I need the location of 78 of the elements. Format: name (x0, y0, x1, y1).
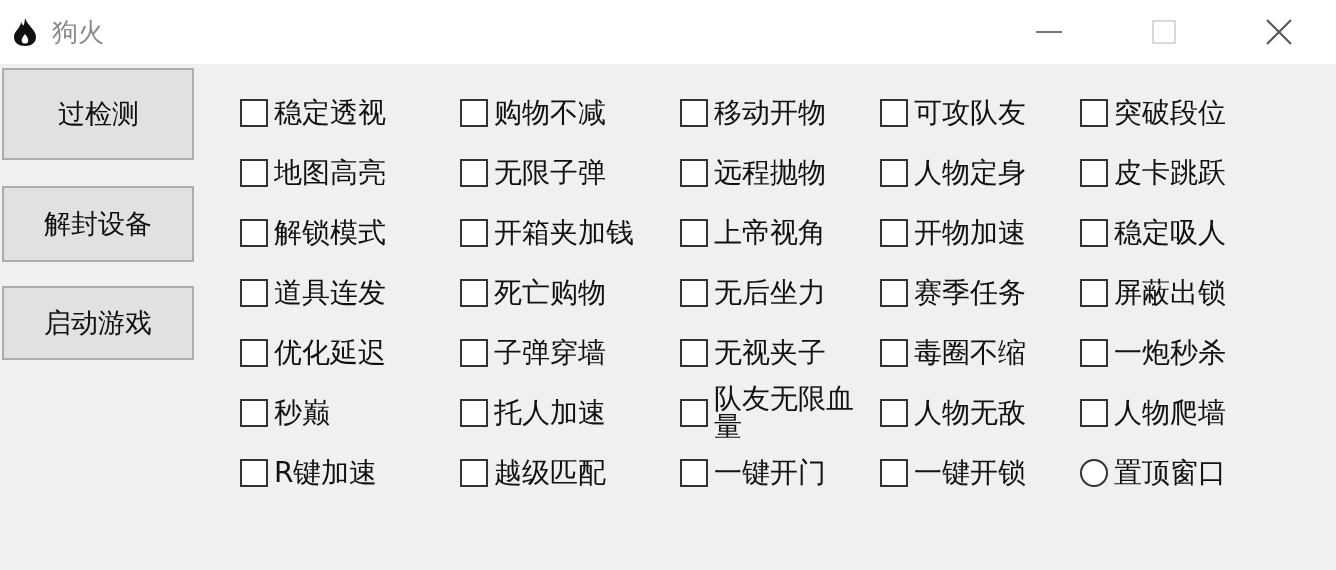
action-button[interactable]: 解封设备 (2, 186, 194, 262)
checkbox[interactable] (460, 339, 488, 367)
checkbox[interactable] (880, 399, 908, 427)
option-label: 死亡购物 (494, 279, 606, 307)
checkbox[interactable] (1080, 99, 1108, 127)
option-label: 开箱夹加钱 (494, 219, 634, 247)
option-label: 无限子弹 (494, 159, 606, 187)
checkbox[interactable] (460, 459, 488, 487)
option-label: 置顶窗口 (1114, 459, 1226, 487)
checkbox[interactable] (880, 219, 908, 247)
checkbox[interactable] (240, 159, 268, 187)
option-label: 道具连发 (274, 279, 386, 307)
checkbox[interactable] (680, 219, 708, 247)
option-label: 屏蔽出锁 (1114, 279, 1226, 307)
option-label: 突破段位 (1114, 99, 1226, 127)
option-label: 越级匹配 (494, 459, 606, 487)
option-label: 一键开锁 (914, 459, 1026, 487)
maximize-icon (1151, 20, 1176, 44)
checkbox[interactable] (1080, 219, 1108, 247)
option-label: 无后坐力 (714, 279, 826, 307)
option-label: 人物爬墙 (1114, 399, 1226, 427)
checkbox[interactable] (680, 339, 708, 367)
window-title: 狗火 (52, 15, 105, 49)
close-icon (1265, 19, 1292, 45)
checkbox[interactable] (240, 459, 268, 487)
radio-button[interactable] (1080, 459, 1108, 487)
flame-icon (12, 17, 38, 47)
action-button[interactable]: 启动游戏 (2, 286, 194, 360)
option-label: 一炮秒杀 (1114, 339, 1226, 367)
minimize-icon (1035, 31, 1062, 33)
action-button[interactable]: 过检测 (2, 68, 194, 160)
option-label: R键加速 (274, 459, 378, 487)
option-label: 人物无敌 (914, 399, 1026, 427)
checkbox[interactable] (680, 99, 708, 127)
option-label: 无视夹子 (714, 339, 826, 367)
option-label: 移动开物 (714, 99, 826, 127)
option-label: 毒圈不缩 (914, 339, 1026, 367)
checkbox[interactable] (460, 279, 488, 307)
option-label: 优化延迟 (274, 339, 386, 367)
checkbox[interactable] (880, 279, 908, 307)
checkbox[interactable] (680, 159, 708, 187)
checkbox[interactable] (880, 459, 908, 487)
option-label: 地图高亮 (274, 159, 386, 187)
checkbox[interactable] (1080, 279, 1108, 307)
checkbox[interactable] (460, 99, 488, 127)
checkbox[interactable] (1080, 159, 1108, 187)
option-label: 子弹穿墙 (494, 339, 606, 367)
checkbox[interactable] (240, 399, 268, 427)
checkbox[interactable] (1080, 339, 1108, 367)
option-label: 解锁模式 (274, 219, 386, 247)
option-label: 秒巅 (274, 399, 330, 427)
option-label: 稳定透视 (274, 99, 386, 127)
option-label: 托人加速 (494, 399, 606, 427)
option-label: 队友无限血量 (714, 385, 855, 441)
checkbox[interactable] (880, 99, 908, 127)
option-label: 可攻队友 (914, 99, 1026, 127)
option-label: 购物不减 (494, 99, 606, 127)
option-label: 一键开门 (714, 459, 826, 487)
checkbox[interactable] (240, 99, 268, 127)
option-label: 人物定身 (914, 159, 1026, 187)
checkbox[interactable] (880, 159, 908, 187)
option-label: 远程抛物 (714, 159, 826, 187)
checkbox[interactable] (1080, 399, 1108, 427)
checkbox[interactable] (460, 159, 488, 187)
option-label: 上帝视角 (714, 219, 826, 247)
checkbox[interactable] (680, 459, 708, 487)
checkbox[interactable] (680, 399, 708, 427)
checkbox[interactable] (240, 279, 268, 307)
option-label: 开物加速 (914, 219, 1026, 247)
checkbox[interactable] (460, 399, 488, 427)
checkbox[interactable] (240, 219, 268, 247)
option-label: 赛季任务 (914, 279, 1026, 307)
option-label: 稳定吸人 (1114, 219, 1226, 247)
checkbox[interactable] (880, 339, 908, 367)
checkbox[interactable] (240, 339, 268, 367)
checkbox[interactable] (460, 219, 488, 247)
option-label: 皮卡跳跃 (1114, 159, 1226, 187)
checkbox[interactable] (680, 279, 708, 307)
